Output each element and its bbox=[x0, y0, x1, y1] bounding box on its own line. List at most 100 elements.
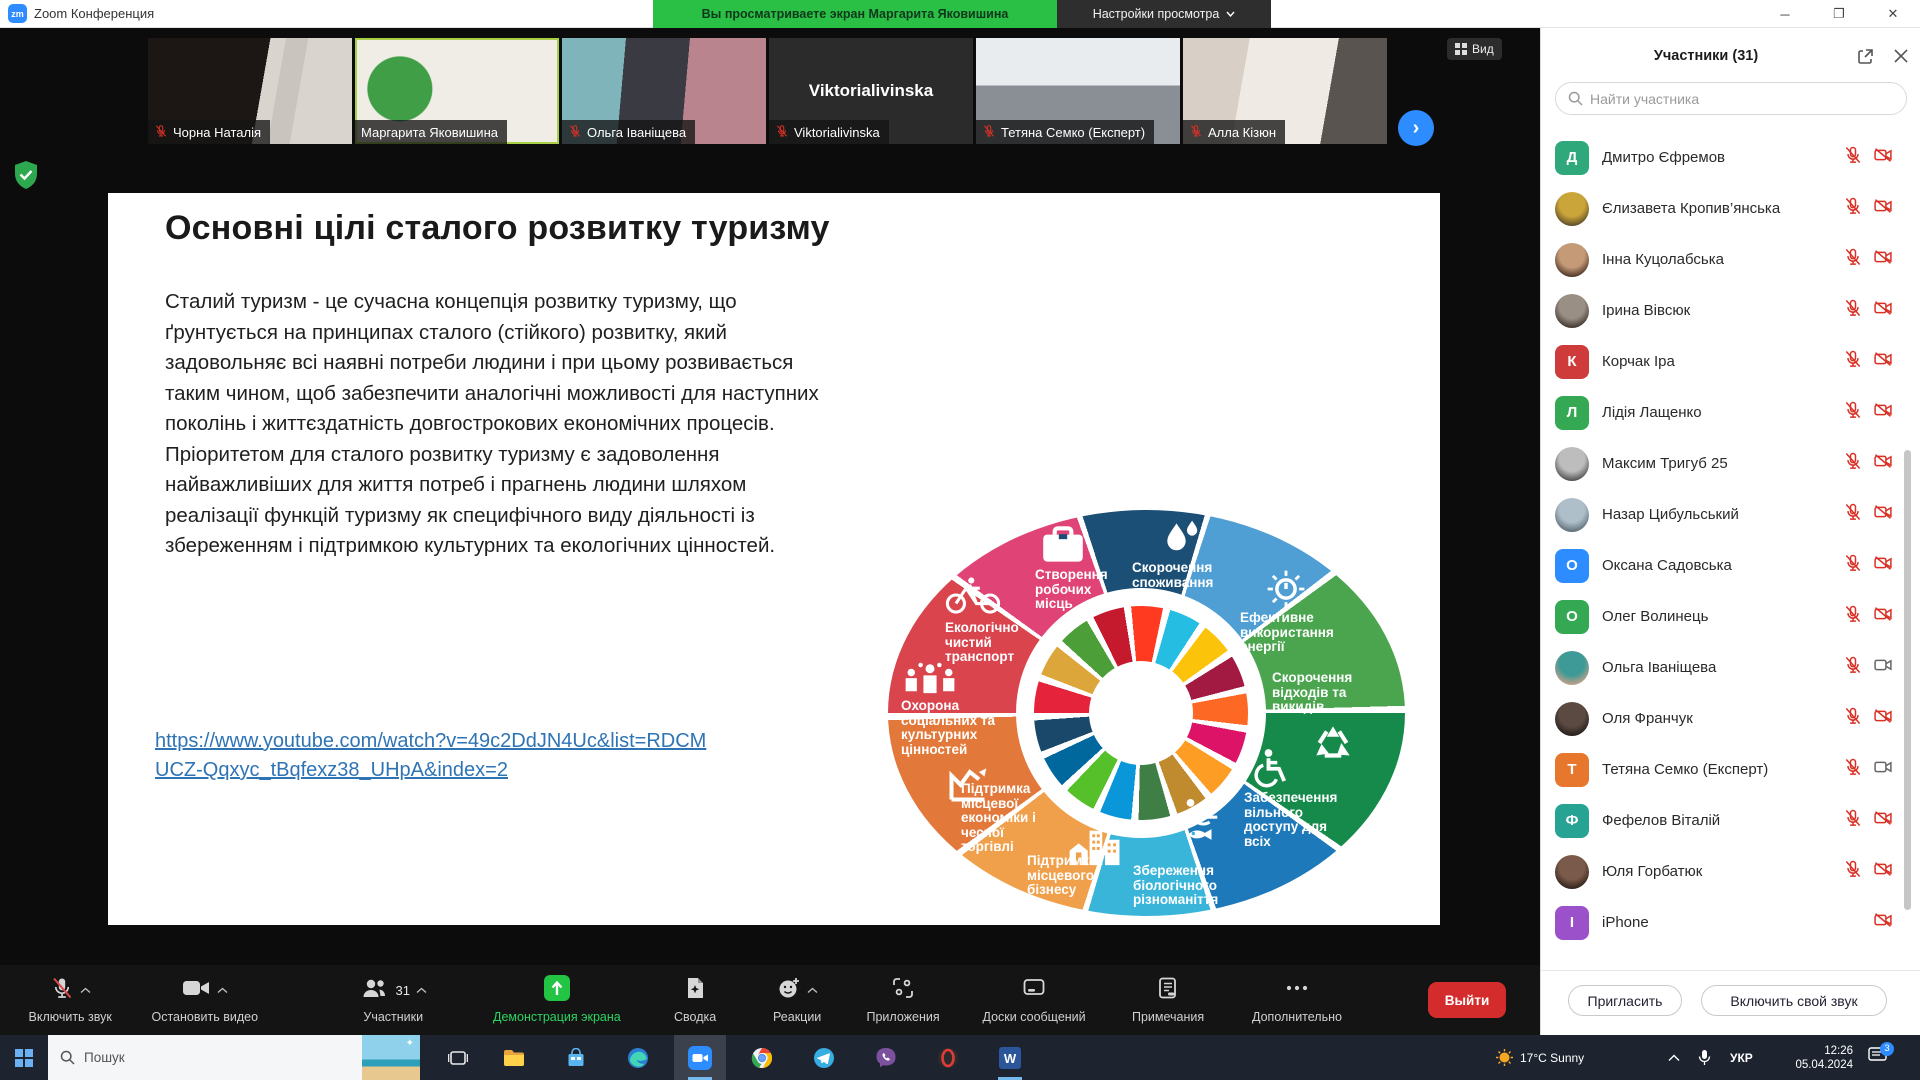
participant-row[interactable]: Максим Тригуб 25 bbox=[1541, 438, 1907, 489]
view-button-label: Вид bbox=[1472, 42, 1494, 56]
more-icon bbox=[1282, 976, 1312, 1005]
language-label: УКР bbox=[1730, 1051, 1753, 1065]
sdg-tourism-wheel: СтворенняробочихмісцьСкороченняспоживанн… bbox=[888, 510, 1405, 916]
chrome-taskbar-icon[interactable] bbox=[736, 1035, 788, 1080]
camera-off-icon bbox=[1873, 400, 1893, 425]
toolbar-share-screen-button[interactable]: Демонстрация экрана bbox=[493, 973, 621, 1024]
toolbar-label: Приложения bbox=[867, 1010, 940, 1024]
video-icon bbox=[181, 976, 211, 1005]
chevron-up-icon[interactable] bbox=[807, 981, 818, 999]
participants-count-badge: 31 bbox=[396, 983, 410, 998]
tile-name-label: Ольга Іваніщева bbox=[562, 120, 695, 144]
mic-muted-icon bbox=[775, 124, 789, 141]
participant-row[interactable]: Юля Горбатюк bbox=[1541, 846, 1907, 897]
camera-off-icon bbox=[1873, 859, 1893, 884]
chevron-up-icon[interactable] bbox=[416, 981, 427, 999]
wheel-segment-label: Екологічночистийтранспорт bbox=[945, 621, 1019, 665]
participant-row[interactable]: Ірина Вівсюк bbox=[1541, 285, 1907, 336]
unmute-self-button[interactable]: Включить свой звук bbox=[1701, 985, 1887, 1016]
participant-row[interactable]: IiPhone bbox=[1541, 897, 1907, 948]
energy-icon bbox=[1265, 568, 1307, 615]
participant-row[interactable]: ККорчак Іра bbox=[1541, 336, 1907, 387]
video-tile[interactable]: Ольга Іваніщева bbox=[562, 38, 766, 144]
video-tile[interactable]: Алла Кізюн bbox=[1183, 38, 1387, 144]
taskbar-search-input[interactable]: Пошук bbox=[48, 1035, 420, 1080]
chevron-up-icon[interactable] bbox=[217, 981, 228, 999]
toolbar-video-button[interactable]: Остановить видео bbox=[152, 973, 259, 1024]
mic-muted-icon bbox=[1189, 124, 1203, 141]
camera-off-icon bbox=[1873, 145, 1893, 170]
participant-row[interactable]: Оля Франчук bbox=[1541, 693, 1907, 744]
mic-muted-icon bbox=[1843, 604, 1863, 629]
telegram-taskbar-icon[interactable] bbox=[798, 1035, 850, 1080]
file-explorer-taskbar-icon[interactable] bbox=[488, 1035, 540, 1080]
next-page-arrow-button[interactable]: › bbox=[1398, 110, 1434, 146]
clock-widget[interactable]: 12:26 05.04.2024 bbox=[1775, 1035, 1853, 1080]
participant-name: Назар Цибульський bbox=[1602, 506, 1830, 523]
video-tile[interactable]: Чорна Наталія bbox=[148, 38, 352, 144]
task-view-taskbar-icon[interactable] bbox=[432, 1035, 484, 1080]
viber-taskbar-icon[interactable] bbox=[860, 1035, 912, 1080]
store-taskbar-icon[interactable] bbox=[550, 1035, 602, 1080]
participant-row[interactable]: Назар Цибульський bbox=[1541, 489, 1907, 540]
video-tile[interactable]: ViktorialivinskaViktorialivinska bbox=[769, 38, 973, 144]
view-settings-button[interactable]: Настройки просмотра bbox=[1057, 0, 1271, 28]
mic-muted-icon bbox=[1843, 757, 1863, 782]
search-participant-input[interactable]: Найти участника bbox=[1555, 82, 1907, 115]
camera-on-icon bbox=[1873, 655, 1893, 680]
toolbar-label: Доски сообщений bbox=[983, 1010, 1086, 1024]
maximize-button[interactable]: ❐ bbox=[1816, 0, 1862, 28]
chevron-up-icon[interactable] bbox=[80, 981, 91, 999]
participant-row[interactable]: ООлег Волинець bbox=[1541, 591, 1907, 642]
weather-widget[interactable]: 17°C Sunny bbox=[1496, 1035, 1584, 1080]
avatar: К bbox=[1555, 345, 1589, 379]
participant-row[interactable]: ЛЛідія Лащенко bbox=[1541, 387, 1907, 438]
minimize-button[interactable]: ─ bbox=[1762, 0, 1808, 28]
toolbar-reactions-button[interactable]: Реакции bbox=[773, 973, 821, 1024]
close-panel-icon[interactable] bbox=[1889, 44, 1913, 68]
mic-muted-icon bbox=[1843, 859, 1863, 884]
opera-gx-taskbar-icon[interactable] bbox=[922, 1035, 974, 1080]
participant-row[interactable]: ООксана Садовська bbox=[1541, 540, 1907, 591]
zoom-taskbar-icon[interactable] bbox=[674, 1035, 726, 1080]
participant-name: Ірина Вівсюк bbox=[1602, 302, 1830, 319]
toolbar-more-button[interactable]: Дополнительно bbox=[1252, 973, 1342, 1024]
notification-center-button[interactable]: 3 bbox=[1868, 1035, 1887, 1080]
participant-name: Тетяна Семко (Експерт) bbox=[1001, 125, 1145, 140]
popout-icon[interactable] bbox=[1853, 44, 1877, 68]
participants-scrollbar[interactable] bbox=[1904, 450, 1911, 910]
leave-meeting-button[interactable]: Выйти bbox=[1428, 982, 1506, 1018]
security-shield-icon[interactable] bbox=[12, 160, 40, 190]
invite-button[interactable]: Пригласить bbox=[1568, 985, 1682, 1016]
participant-row[interactable]: ДДмитро Єфремов bbox=[1541, 132, 1907, 183]
start-button[interactable] bbox=[0, 1035, 48, 1080]
toolbar-mic-off-button[interactable]: Включить звук bbox=[29, 973, 112, 1024]
participant-row[interactable]: Єлизавета Кропив’янська bbox=[1541, 183, 1907, 234]
participant-row[interactable]: Інна Куцолабська bbox=[1541, 234, 1907, 285]
participant-row[interactable]: Ольга Іваніщева bbox=[1541, 642, 1907, 693]
zoom-toolbar: Включить звук Остановить видео 31Участники… bbox=[0, 965, 1540, 1035]
toolbar-whiteboard-button[interactable]: Доски сообщений bbox=[983, 973, 1086, 1024]
mic-muted-icon bbox=[1843, 706, 1863, 731]
participant-row[interactable]: ТТетяна Семко (Експерт) bbox=[1541, 744, 1907, 795]
tray-chevron-up-icon[interactable] bbox=[1668, 1035, 1680, 1080]
camera-off-icon bbox=[1873, 451, 1893, 476]
toolbar-apps-button[interactable]: Приложения bbox=[867, 973, 940, 1024]
toolbar-summary-button[interactable]: Сводка bbox=[674, 973, 716, 1024]
avatar bbox=[1555, 651, 1589, 685]
camera-off-icon bbox=[1873, 910, 1893, 935]
language-indicator[interactable]: УКР bbox=[1730, 1035, 1753, 1080]
word-taskbar-icon[interactable]: W bbox=[984, 1035, 1036, 1080]
close-button[interactable]: ✕ bbox=[1870, 0, 1916, 28]
video-tile[interactable]: Маргарита Яковишина bbox=[355, 38, 559, 144]
mic-muted-icon bbox=[568, 124, 582, 141]
toolbar-participants-button[interactable]: 31Участники bbox=[360, 973, 427, 1024]
youtube-link[interactable]: https://www.youtube.com/watch?v=49c2DdJN… bbox=[155, 727, 715, 785]
tray-microphone-icon[interactable] bbox=[1698, 1035, 1711, 1080]
notification-badge: 3 bbox=[1880, 1042, 1894, 1056]
participant-row[interactable]: ФФефелов Віталій bbox=[1541, 795, 1907, 846]
video-tile[interactable]: Тетяна Семко (Експерт) bbox=[976, 38, 1180, 144]
view-layout-button[interactable]: Вид bbox=[1447, 38, 1502, 60]
toolbar-notes-button[interactable]: Примечания bbox=[1132, 973, 1204, 1024]
edge-taskbar-icon[interactable] bbox=[612, 1035, 664, 1080]
